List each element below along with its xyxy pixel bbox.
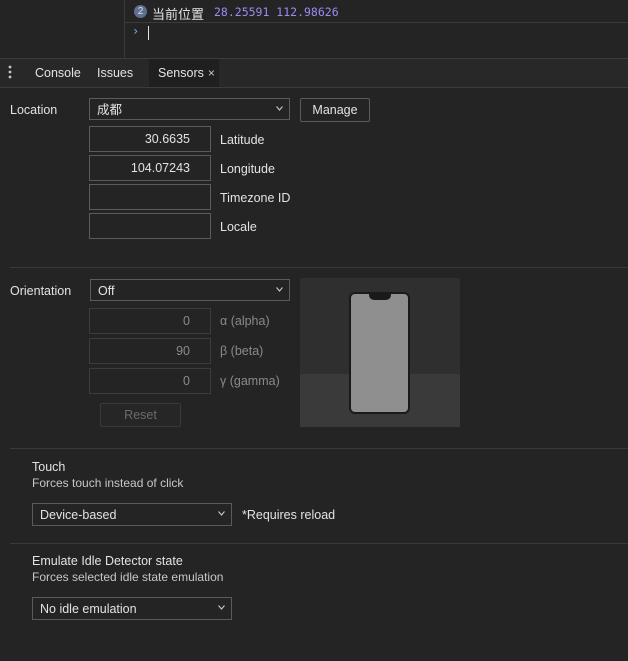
locale-label: Locale bbox=[220, 220, 257, 234]
console-log-line: 2 当前位置 28.25591 112.98626 bbox=[124, 0, 628, 23]
timezone-id-label: Timezone ID bbox=[220, 191, 291, 205]
close-icon[interactable]: × bbox=[208, 66, 215, 80]
longitude-input[interactable]: 104.07243 bbox=[89, 155, 211, 181]
text-cursor bbox=[148, 26, 149, 40]
requires-reload-note: *Requires reload bbox=[242, 508, 336, 522]
longitude-label: Longitude bbox=[220, 162, 275, 176]
chevron-down-icon bbox=[276, 287, 283, 292]
tab-sensors-label: Sensors bbox=[158, 66, 204, 80]
chevron-down-icon bbox=[276, 106, 283, 111]
timezone-id-input[interactable] bbox=[89, 184, 211, 210]
beta-label: β (beta) bbox=[220, 344, 264, 358]
manage-locations-button[interactable]: Manage bbox=[300, 98, 370, 122]
phone-notch bbox=[369, 293, 391, 300]
beta-input[interactable]: 90 bbox=[89, 338, 211, 364]
location-selected-value: 成都 bbox=[97, 103, 123, 117]
tab-sensors[interactable]: Sensors × bbox=[149, 59, 219, 87]
gamma-input[interactable]: 0 bbox=[89, 368, 211, 394]
tab-issues[interactable]: Issues bbox=[97, 59, 133, 87]
alpha-input[interactable]: 0 bbox=[89, 308, 211, 334]
touch-description: Forces touch instead of click bbox=[32, 476, 184, 490]
repeat-count-badge: 2 bbox=[134, 5, 147, 18]
locale-input[interactable] bbox=[89, 213, 211, 239]
idle-state-select[interactable]: No idle emulation bbox=[32, 597, 232, 620]
tab-console[interactable]: Console bbox=[35, 59, 81, 87]
section-divider bbox=[10, 448, 628, 449]
orientation-label: Orientation bbox=[10, 284, 72, 298]
touch-title: Touch bbox=[32, 460, 66, 474]
orientation-select[interactable]: Off bbox=[90, 279, 290, 301]
section-divider bbox=[10, 267, 628, 268]
log-label: 当前位置 bbox=[152, 7, 205, 22]
alpha-label: α (alpha) bbox=[220, 314, 270, 328]
location-select[interactable]: 成都 bbox=[89, 98, 290, 120]
log-values: 28.25591 112.98626 bbox=[214, 5, 339, 19]
chevron-down-icon bbox=[218, 605, 225, 610]
section-divider bbox=[10, 543, 628, 544]
console-prompt-line[interactable]: › bbox=[124, 22, 628, 44]
idle-description: Forces selected idle state emulation bbox=[32, 570, 224, 584]
latitude-label: Latitude bbox=[220, 133, 265, 147]
reset-orientation-button[interactable]: Reset bbox=[100, 403, 181, 427]
gamma-label: γ (gamma) bbox=[220, 374, 280, 388]
console-gutter bbox=[0, 0, 125, 58]
phone-model-icon[interactable] bbox=[349, 292, 410, 414]
chevron-down-icon bbox=[218, 511, 225, 516]
drawer-tab-bar: Console Issues Sensors × bbox=[0, 58, 628, 88]
prompt-chevron-icon: › bbox=[132, 24, 140, 38]
latitude-input[interactable]: 30.6635 bbox=[89, 126, 211, 152]
touch-select[interactable]: Device-based bbox=[32, 503, 232, 526]
more-tabs-kebab-icon[interactable] bbox=[8, 65, 18, 81]
orientation-selected-value: Off bbox=[98, 284, 115, 298]
idle-selected-value: No idle emulation bbox=[40, 602, 137, 616]
touch-selected-value: Device-based bbox=[40, 508, 117, 522]
location-label: Location bbox=[10, 103, 58, 117]
idle-title: Emulate Idle Detector state bbox=[32, 554, 183, 568]
